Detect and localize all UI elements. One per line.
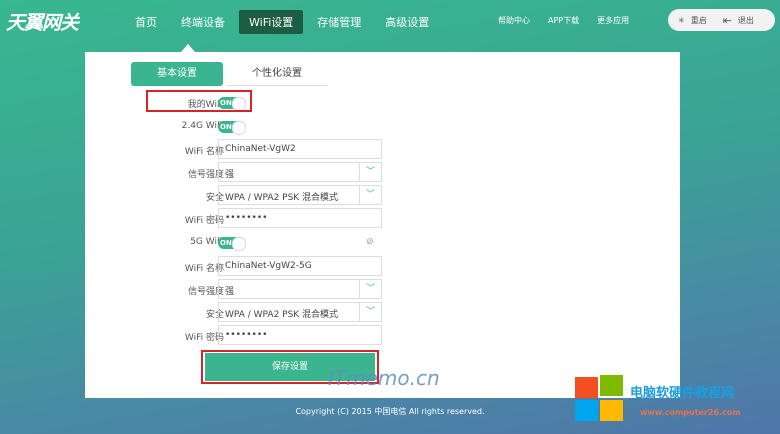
more-apps-link[interactable]: 更多应用 xyxy=(597,15,629,26)
wifi24-signal-value: 强 xyxy=(225,170,235,180)
wifi5-security-select[interactable]: WPA / WPA2 PSK 混合模式 ﹀ xyxy=(218,302,382,322)
tab-basic[interactable]: 基本设置 xyxy=(131,62,223,86)
app-download-link[interactable]: APP下载 xyxy=(548,15,579,26)
nav-storage[interactable]: 存储管理 xyxy=(307,10,371,34)
help-link[interactable]: 帮助中心 xyxy=(498,15,530,26)
chevron-down-icon: ﹀ xyxy=(359,163,381,181)
wifi5-signal-select[interactable]: 强 ﹀ xyxy=(218,279,382,299)
wifi5-signal-value: 强 xyxy=(225,287,235,297)
restart-icon: ✳ xyxy=(678,15,685,25)
wifi24-security-select[interactable]: WPA / WPA2 PSK 混合模式 ﹀ xyxy=(218,185,382,205)
nav-devices[interactable]: 终端设备 xyxy=(171,10,235,34)
wifi5-name-input[interactable]: ChinaNet-VgW2-5G xyxy=(218,256,382,276)
site-watermark-url: www.computer26.com xyxy=(640,408,741,417)
main-nav: 首页 终端设备 WiFi设置 存储管理 高级设置 xyxy=(125,10,443,34)
top-bar: 天翼网关 首页 终端设备 WiFi设置 存储管理 高级设置 帮助中心 APP下载… xyxy=(0,0,780,44)
itmemo-watermark: ITmemo.cn xyxy=(328,366,440,390)
nav-home[interactable]: 首页 xyxy=(125,10,167,34)
nav-caret xyxy=(181,44,195,52)
settings-card: 基本设置 个性化设置 我的WiFi ON 2.4G WiFi ON WiFi 名称… xyxy=(85,52,680,398)
wifi5-password-input[interactable]: •••••••• xyxy=(218,325,382,345)
windows-logo xyxy=(575,375,625,421)
chevron-down-icon: ﹀ xyxy=(359,186,381,204)
nav-advanced[interactable]: 高级设置 xyxy=(375,10,439,34)
highlight-box xyxy=(146,90,252,112)
wifi5-toggle[interactable]: ON xyxy=(218,237,246,251)
wifi24-security-value: WPA / WPA2 PSK 混合模式 xyxy=(225,193,339,203)
chevron-down-icon: ﹀ xyxy=(359,303,381,321)
wifi24-password-input[interactable]: •••••••• xyxy=(218,208,382,228)
logout-button[interactable]: 退出 xyxy=(738,15,754,26)
wifi24-signal-select[interactable]: 强 ﹀ xyxy=(218,162,382,182)
wifi5-security-value: WPA / WPA2 PSK 混合模式 xyxy=(225,310,339,320)
wifi24-name-input[interactable]: ChinaNet-VgW2 xyxy=(218,139,382,159)
logo: 天翼网关 xyxy=(6,12,79,34)
tab-personal[interactable]: 个性化设置 xyxy=(227,62,327,86)
action-pill: ✳ 重启 ⇤ 退出 xyxy=(668,9,775,31)
site-watermark-cn: 电脑软硬件教程网 xyxy=(630,386,735,401)
logout-icon: ⇤ xyxy=(722,13,732,27)
nav-wifi[interactable]: WiFi设置 xyxy=(239,10,304,34)
wifi24-toggle[interactable]: ON xyxy=(218,121,246,135)
eye-hidden-icon[interactable]: ⊘ xyxy=(366,237,374,247)
restart-button[interactable]: 重启 xyxy=(691,15,707,26)
chevron-down-icon: ﹀ xyxy=(359,280,381,298)
